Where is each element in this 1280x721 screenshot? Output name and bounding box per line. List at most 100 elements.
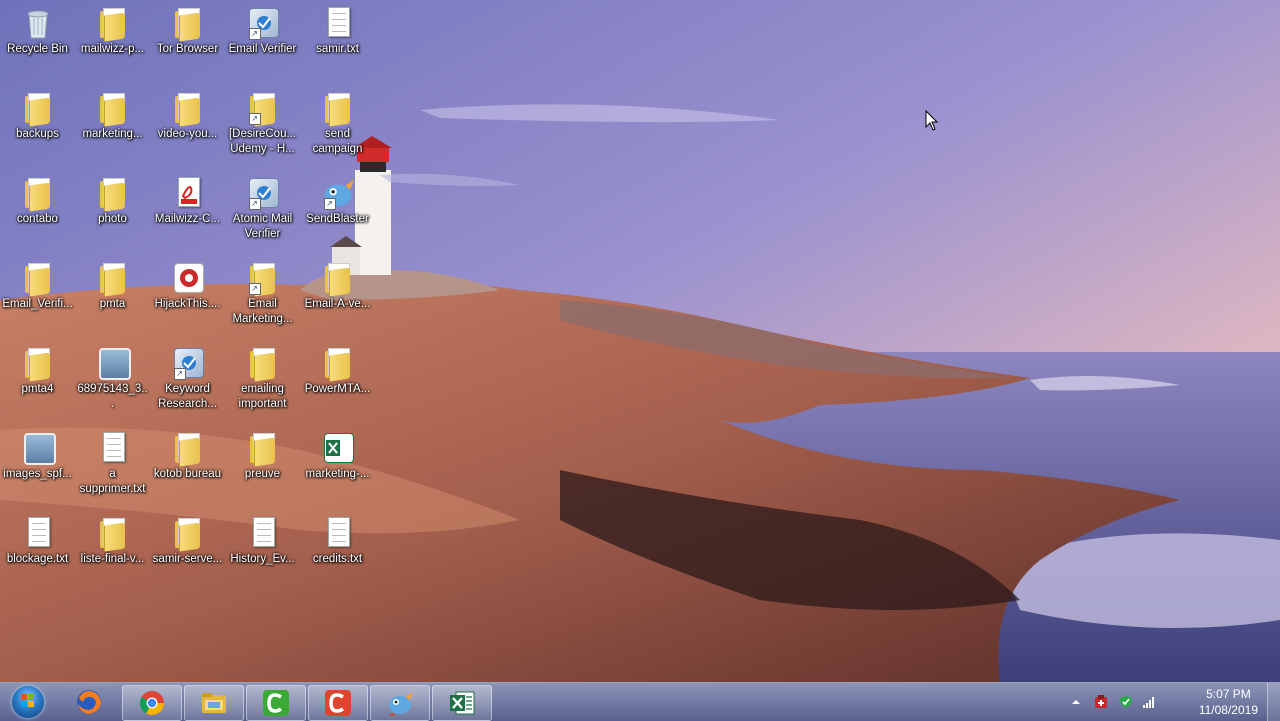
desktop-icon-label: Email Marketing... [232, 298, 293, 325]
desktop-icon[interactable]: blockage.txt [0, 510, 75, 590]
network-signal-icon[interactable] [1142, 695, 1156, 709]
desktop-icon[interactable]: ↗ SendBlaster [300, 170, 375, 250]
desktop-icon[interactable]: pmta [75, 255, 150, 335]
desktop-icon-label: samir.txt [316, 43, 359, 55]
desktop-icon-label: Mailwizz-C... [154, 213, 221, 225]
folder-icon [96, 176, 130, 212]
desktop-icon-label: Atomic Mail Verifier [232, 213, 293, 240]
desktop-icon-label: credits.txt [312, 553, 363, 565]
folder-icon [246, 346, 280, 382]
taskbar: 5:07 PM 11/08/2019 [0, 682, 1280, 721]
desktop-icon[interactable]: History_Ev... [225, 510, 300, 590]
desktop-icon[interactable]: HijackThis.... [150, 255, 225, 335]
folder-icon [21, 261, 55, 297]
folder-icon [171, 6, 205, 42]
start-button[interactable] [4, 684, 50, 720]
desktop-icon[interactable]: ↗ Keyword Research... [150, 340, 225, 420]
firefox-icon [77, 690, 101, 714]
desktop-icon[interactable]: ↗ [DesireCou... Udemy - H... [225, 85, 300, 165]
desktop-icon[interactable]: emailing important [225, 340, 300, 420]
desktop-icon[interactable]: ↗ Email Marketing... [225, 255, 300, 335]
taskbar-camtasia-studio-button[interactable] [308, 685, 368, 721]
image-file-icon [21, 431, 56, 465]
desktop-icon[interactable]: Recycle Bin [0, 0, 75, 80]
desktop-icon-label: liste-final-v... [80, 553, 145, 565]
desktop-icon[interactable]: marketing-... [300, 425, 375, 505]
system-tray: 5:07 PM 11/08/2019 [1072, 683, 1280, 721]
desktop-icon-label: mailwizz-p... [80, 43, 145, 55]
desktop-icon[interactable]: Email_Verifi... [0, 255, 75, 335]
recycle-bin-icon [21, 6, 55, 40]
desktop-icon-label: Email-A-ve... [304, 298, 371, 310]
desktop-icon[interactable]: send campaign [300, 85, 375, 165]
taskbar-firefox-button[interactable] [60, 685, 118, 719]
taskbar-clock[interactable]: 5:07 PM 11/08/2019 [1199, 686, 1258, 718]
desktop-icon[interactable]: samir-serve... [150, 510, 225, 590]
show-hidden-icons-arrow[interactable] [1071, 697, 1081, 707]
folder-icon [21, 176, 55, 212]
desktop-icon-label: pmta [99, 298, 126, 310]
desktop-icon[interactable]: 68975143_3... [75, 340, 150, 420]
desktop-icon-label: images_spf... [3, 468, 72, 480]
app-shortcut-icon: ↗ [246, 6, 280, 40]
desktop-icon[interactable]: credits.txt [300, 510, 375, 590]
desktop-icon[interactable]: pmta4 [0, 340, 75, 420]
text-file-icon [21, 516, 55, 550]
desktop-icon[interactable]: Tor Browser [150, 0, 225, 80]
taskbar-chrome-button[interactable] [122, 685, 182, 721]
folder-icon [96, 91, 130, 127]
folder-icon [321, 261, 355, 297]
camtasia-studio-icon [325, 690, 351, 716]
folder-icon [96, 516, 130, 552]
antivirus-icon[interactable] [1094, 695, 1108, 709]
desktop-icon-label: SendBlaster [306, 213, 369, 225]
folder-icon [321, 91, 355, 127]
desktop-icon-label: Keyword Research... [158, 383, 217, 410]
sendblaster-icon: ↗ [321, 176, 355, 210]
desktop-icon-label: Tor Browser [156, 43, 219, 55]
desktop-icon[interactable]: samir.txt [300, 0, 375, 80]
desktop-icon[interactable]: Email-A-ve... [300, 255, 375, 335]
folder-icon [96, 261, 130, 297]
desktop-icon[interactable]: mailwizz-p... [75, 0, 150, 80]
sendblaster-icon [389, 692, 413, 716]
desktop-icon[interactable]: marketing... [75, 85, 150, 165]
app-shortcut-icon: ↗ [171, 346, 205, 380]
desktop-icon[interactable]: contabo [0, 170, 75, 250]
desktop-icon[interactable]: a supprimer.txt [75, 425, 150, 505]
desktop-icon-label: send campaign [312, 128, 363, 155]
folder-shortcut-icon: ↗ [246, 91, 280, 127]
desktop-icon-label: History_Ev... [230, 553, 295, 565]
desktop-icon[interactable]: kotob bureau [150, 425, 225, 505]
folder-icon [21, 91, 55, 127]
clock-time: 5:07 PM [1206, 687, 1251, 701]
desktop-icon-label: Email_Verifi... [2, 298, 73, 310]
desktop-icon[interactable]: images_spf... [0, 425, 75, 505]
text-file-icon [321, 516, 355, 550]
desktop-icon[interactable]: backups [0, 85, 75, 165]
taskbar-camtasia-recorder-button[interactable] [246, 685, 306, 721]
desktop-icon-label: a supprimer.txt [79, 468, 146, 495]
hijackthis-icon [171, 261, 205, 295]
security-shield-icon[interactable] [1119, 695, 1133, 709]
taskbar-excel-button[interactable] [432, 685, 492, 721]
desktop-icon[interactable]: preuve [225, 425, 300, 505]
taskbar-sendblaster-button[interactable] [370, 685, 430, 721]
desktop-icon-label: contabo [17, 213, 58, 225]
taskbar-explorer-button[interactable] [184, 685, 244, 721]
show-desktop-button[interactable] [1267, 683, 1280, 721]
excel-icon [450, 691, 475, 715]
desktop-icon-label: pmta4 [21, 383, 54, 395]
desktop-icon-area: Recycle Bin mailwizz-p... Tor Browser ↗ Emai… [0, 0, 380, 680]
desktop-icon[interactable]: PowerMTA... [300, 340, 375, 420]
desktop-icon[interactable]: ↗ Email Verifier [225, 0, 300, 80]
desktop-icon[interactable]: video-you... [150, 85, 225, 165]
desktop-icon[interactable]: Mailwizz-C... [150, 170, 225, 250]
desktop-icon[interactable]: photo [75, 170, 150, 250]
desktop-icon[interactable]: liste-final-v... [75, 510, 150, 590]
desktop-icon-label: photo [98, 213, 127, 225]
desktop-icon[interactable]: ↗ Atomic Mail Verifier [225, 170, 300, 250]
folder-icon [321, 346, 355, 382]
camtasia-recorder-icon [263, 690, 289, 716]
desktop-icon-label: samir-serve... [152, 553, 223, 565]
